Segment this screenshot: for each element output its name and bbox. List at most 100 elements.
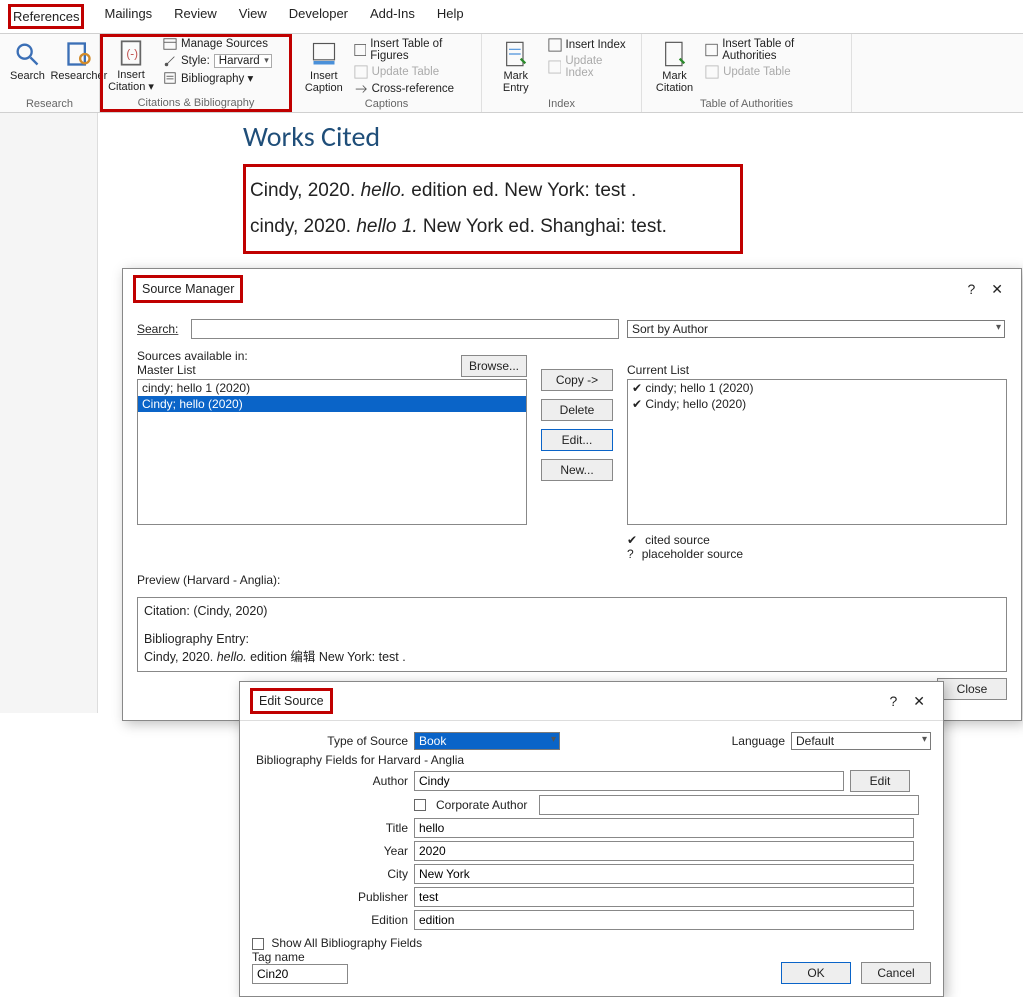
source-manager-dialog: Source Manager ? ✕ Search: Sort by Autho… [122, 268, 1022, 721]
insert-tof-button[interactable]: Insert Table of Figures [354, 38, 473, 62]
update-index-button[interactable]: Update Index [548, 55, 634, 79]
type-of-source-label: Type of Source [252, 734, 408, 748]
list-item[interactable]: Cindy; hello (2020) [138, 396, 526, 412]
manage-sources-label: Manage Sources [181, 38, 268, 50]
gutter [0, 113, 98, 713]
group-research-label: Research [8, 96, 91, 110]
list-item[interactable]: ✔ Cindy; hello (2020) [628, 396, 1006, 412]
researcher-button[interactable]: Researcher [53, 38, 105, 84]
update-toa-icon [705, 65, 719, 79]
help-icon[interactable]: ? [959, 279, 983, 299]
entry-1: Cindy, 2020. hello. edition ed. New York… [250, 173, 720, 209]
insert-caption-label: Insert Caption [302, 70, 346, 94]
publisher-input[interactable] [414, 887, 914, 907]
tab-mailings[interactable]: Mailings [102, 4, 154, 29]
show-all-label: Show All Bibliography Fields [271, 936, 422, 950]
corporate-author-input[interactable] [539, 795, 919, 815]
style-selector[interactable]: Style: Harvard [163, 54, 272, 68]
help-icon[interactable]: ? [881, 691, 905, 711]
corporate-author-checkbox[interactable] [414, 799, 426, 811]
mark-entry-label: Mark Entry [492, 70, 540, 94]
search-label: Search [10, 70, 45, 82]
edit-button[interactable]: Edit... [541, 429, 613, 451]
title-input[interactable] [414, 818, 914, 838]
tab-help[interactable]: Help [435, 4, 466, 29]
edition-label: Edition [252, 913, 408, 927]
edit-source-title: Edit Source [250, 688, 333, 714]
group-index: Mark Entry Insert Index Update Index Ind… [482, 34, 642, 112]
preview-bib-label: Bibliography Entry: [144, 632, 1000, 646]
language-dropdown[interactable]: Default [791, 732, 931, 750]
insert-toa-button[interactable]: Insert Table of Authorities [705, 38, 843, 62]
style-value[interactable]: Harvard [214, 54, 272, 68]
group-research: Search Researcher Research [0, 34, 100, 112]
preview-label: Preview (Harvard - Anglia): [137, 573, 1007, 587]
list-item[interactable]: ✔ cindy; hello 1 (2020) [628, 380, 1006, 396]
group-toa-label: Table of Authorities [650, 96, 843, 110]
insert-citation-button[interactable]: (-) Insert Citation ▾ [105, 37, 157, 95]
language-label: Language [732, 734, 785, 748]
manage-sources-button[interactable]: Manage Sources [163, 37, 272, 51]
close-icon[interactable]: ✕ [905, 691, 933, 712]
tab-addins[interactable]: Add-Ins [368, 4, 417, 29]
tab-developer[interactable]: Developer [287, 4, 350, 29]
researcher-label: Researcher [50, 70, 107, 82]
city-label: City [252, 867, 408, 881]
master-list-label: Master List [137, 363, 248, 377]
list-item[interactable]: cindy; hello 1 (2020) [138, 380, 526, 396]
edition-input[interactable] [414, 910, 914, 930]
search-button[interactable]: Search [8, 38, 47, 84]
tab-review[interactable]: Review [172, 4, 219, 29]
type-of-source-dropdown[interactable]: Book [414, 732, 560, 750]
ok-button[interactable]: OK [781, 962, 851, 984]
edit-source-dialog: Edit Source ? ✕ Type of Source Book Lang… [239, 681, 944, 997]
new-button[interactable]: New... [541, 459, 613, 481]
tof-icon [354, 43, 367, 57]
preview-bib-entry: Cindy, 2020. hello. edition 编辑 New York:… [144, 646, 1000, 665]
update-table-button[interactable]: Update Table [354, 65, 473, 79]
crossref-icon [354, 82, 368, 96]
edit-author-button[interactable]: Edit [850, 770, 910, 792]
author-label: Author [252, 774, 408, 788]
group-index-label: Index [490, 96, 633, 110]
show-all-checkbox[interactable] [252, 938, 264, 950]
book-search-icon [65, 40, 93, 68]
current-list[interactable]: ✔ cindy; hello 1 (2020) ✔ Cindy; hello (… [627, 379, 1007, 525]
tab-view[interactable]: View [237, 4, 269, 29]
preview-box: Citation: (Cindy, 2020) Bibliography Ent… [137, 597, 1007, 672]
close-icon[interactable]: ✕ [983, 279, 1011, 300]
svg-text:(-): (-) [126, 48, 138, 61]
delete-button[interactable]: Delete [541, 399, 613, 421]
group-captions-label: Captions [300, 96, 473, 110]
cross-reference-button[interactable]: Cross-reference [354, 82, 473, 96]
copy-button[interactable]: Copy -> [541, 369, 613, 391]
tab-references[interactable]: References [8, 4, 84, 29]
group-toa: Mark Citation Insert Table of Authoritie… [642, 34, 852, 112]
works-cited-body: Cindy, 2020. hello. edition ed. New York… [243, 164, 743, 254]
tag-name-input[interactable] [252, 964, 348, 984]
group-citations: (-) Insert Citation ▾ Manage Sources Sty… [100, 34, 292, 112]
insert-index-button[interactable]: Insert Index [548, 38, 634, 52]
mark-entry-button[interactable]: Mark Entry [490, 38, 542, 96]
mark-citation-button[interactable]: Mark Citation [650, 38, 699, 96]
search-input[interactable] [191, 319, 619, 339]
search-icon [13, 40, 41, 68]
cancel-button[interactable]: Cancel [861, 962, 931, 984]
sources-available-label: Sources available in: [137, 349, 248, 363]
ribbon-tabs: References Mailings Review View Develope… [0, 0, 1023, 34]
browse-button[interactable]: Browse... [461, 355, 527, 377]
sort-dropdown[interactable]: Sort by Author [627, 320, 1005, 338]
works-cited-title: Works Cited [243, 119, 743, 154]
source-manager-title: Source Manager [133, 275, 243, 303]
update-toa-button[interactable]: Update Table [705, 65, 843, 79]
master-list[interactable]: cindy; hello 1 (2020) Cindy; hello (2020… [137, 379, 527, 525]
author-input[interactable] [414, 771, 844, 791]
insert-index-icon [548, 38, 562, 52]
insert-caption-button[interactable]: Insert Caption [300, 38, 348, 96]
bibliography-button[interactable]: Bibliography ▾ [163, 71, 272, 85]
mark-entry-icon [502, 40, 530, 68]
search-label: Search: [137, 322, 183, 336]
year-input[interactable] [414, 841, 914, 861]
city-input[interactable] [414, 864, 914, 884]
close-button[interactable]: Close [937, 678, 1007, 700]
